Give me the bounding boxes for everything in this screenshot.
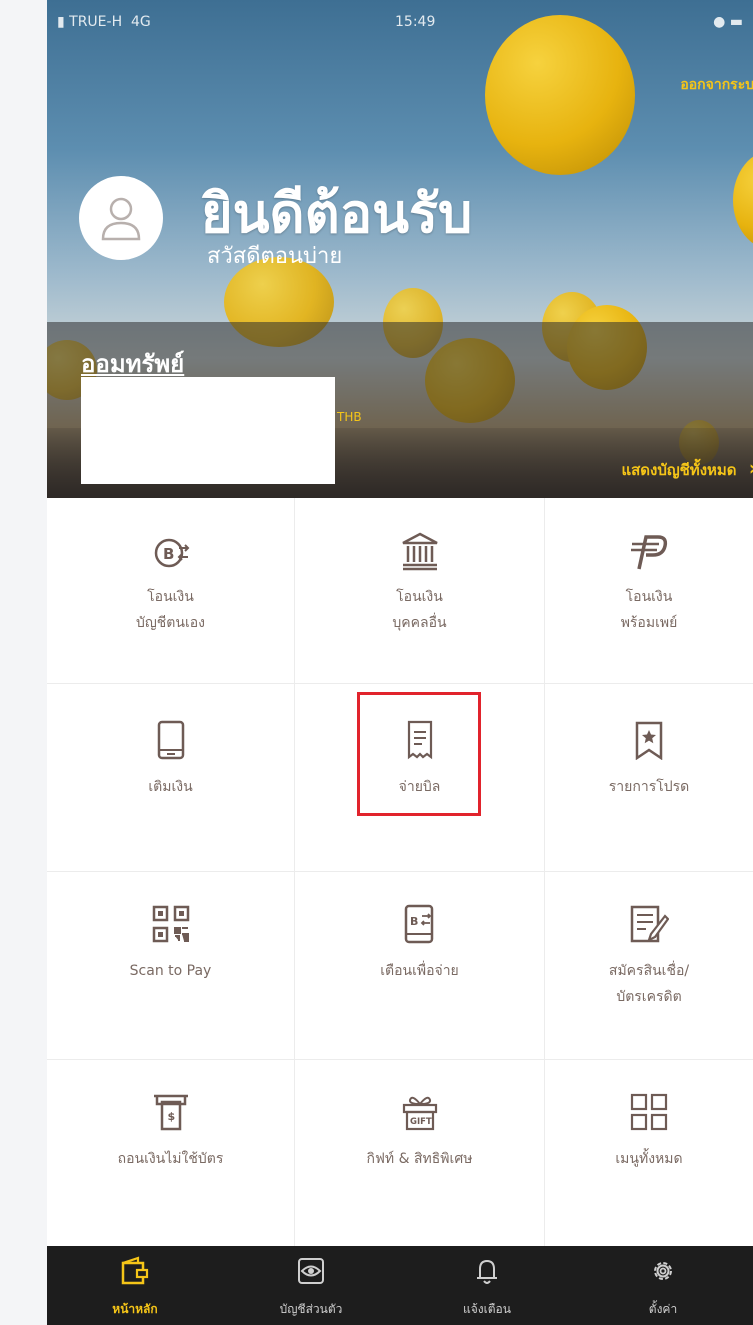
svg-text:$: $ — [167, 1110, 175, 1123]
avatar[interactable] — [79, 176, 163, 260]
atm-icon: $ — [153, 1094, 188, 1131]
gift-icon: GIFT — [402, 1096, 437, 1131]
own-transfer-icon: B — [154, 538, 189, 568]
tab-notifications[interactable]: แจ้งเตือน — [399, 1246, 575, 1325]
promptpay-icon — [631, 535, 668, 570]
gear-icon — [654, 1262, 672, 1280]
tab-label: หน้าหลัก — [112, 1302, 158, 1316]
balloon-decoration — [733, 150, 753, 250]
wallet-icon — [121, 1256, 149, 1285]
tab-label: บัญชีส่วนตัว — [279, 1302, 343, 1316]
greeting-text: สวัสดีตอนบ่าย — [207, 244, 343, 269]
menu-label: Scan to Pay — [129, 963, 212, 979]
show-all-label: แสดงบัญชีทั้งหมด — [621, 461, 737, 479]
menu-promptpay[interactable]: โอนเงิน พร้อมเพย์ — [545, 498, 753, 684]
menu-label: บุคคลอื่น — [392, 615, 447, 631]
bell-icon — [477, 1259, 497, 1284]
menu-own-transfer[interactable]: B โอนเงิน บัญชีตนเอง — [47, 498, 295, 684]
balloon-decoration — [485, 15, 635, 175]
menu-label: ถอนเงินไม่ใช้บัตร — [117, 1151, 224, 1167]
currency-label: THB — [337, 410, 362, 424]
menu-label: เมนูทั้งหมด — [615, 1151, 683, 1167]
redacted-balance — [81, 377, 335, 484]
menu-label: บัญชีตนเอง — [135, 615, 205, 631]
tab-home[interactable]: หน้าหลัก — [47, 1246, 223, 1325]
menu-label: กิฟท์ & สิทธิพิเศษ — [366, 1151, 473, 1167]
loan-form-icon — [630, 905, 669, 943]
tab-label: ตั้งค่า — [648, 1302, 678, 1316]
svg-text:B: B — [163, 545, 174, 563]
menu-transfer-other[interactable]: โอนเงิน บุคคลอื่น — [295, 498, 545, 684]
menu-label: โอนเงิน — [147, 589, 194, 605]
phone-icon — [157, 720, 184, 760]
reminder-icon: B — [404, 904, 433, 944]
status-bar: ▮ TRUE-H 4G 15:49 ● ▬ — [57, 14, 743, 36]
signal-icon: ▮ — [57, 14, 70, 30]
menu-scan-to-pay[interactable]: Scan to Pay — [47, 872, 295, 1060]
user-icon — [101, 197, 141, 241]
tab-label: แจ้งเตือน — [463, 1302, 511, 1316]
menu-label: เตือนเพื่อจ่าย — [380, 963, 459, 979]
hero-banner: ▮ TRUE-H 4G 15:49 ● ▬ ออกจากระบบ ยินดีต้… — [47, 0, 753, 498]
menu-label: บัตรเครดิต — [616, 989, 682, 1005]
menu-topup[interactable]: เติมเงิน — [47, 684, 295, 872]
pay-bill-highlight-box — [357, 692, 481, 816]
svg-text:GIFT: GIFT — [410, 1117, 432, 1127]
bottom-tab-bar: หน้าหลัก บัญชีส่วนตัว แจ้งเตือน ตั้งค่า — [47, 1246, 753, 1325]
eye-icon — [298, 1258, 324, 1284]
logout-link[interactable]: ออกจากระบบ — [680, 74, 753, 96]
network-type: 4G — [131, 14, 151, 30]
all-menu-icon — [630, 1093, 668, 1131]
menu-label: เติมเงิน — [148, 779, 193, 795]
chevron-right-icon: › — [742, 456, 753, 480]
status-time: 15:49 — [395, 14, 436, 30]
favorite-icon — [635, 721, 663, 760]
menu-grid: B โอนเงิน บัญชีตนเอง โอนเงิน บุคคลอื่น โ… — [47, 498, 753, 1246]
carrier-name: TRUE-H — [69, 14, 123, 30]
menu-pay-reminder[interactable]: B เตือนเพื่อจ่าย — [295, 872, 545, 1060]
menu-favorites[interactable]: รายการโปรด — [545, 684, 753, 872]
carrier-indicator: ▮ TRUE-H 4G — [57, 14, 151, 30]
menu-label: โอนเงิน — [625, 589, 673, 605]
menu-cardless-withdraw[interactable]: $ ถอนเงินไม่ใช้บัตร — [47, 1060, 295, 1246]
qr-code-icon — [152, 905, 189, 943]
tab-my-account[interactable]: บัญชีส่วนตัว — [223, 1246, 399, 1325]
menu-all[interactable]: เมนูทั้งหมด — [545, 1060, 753, 1246]
show-all-accounts-link[interactable]: แสดงบัญชีทั้งหมด › — [621, 456, 753, 482]
battery-icon: ● ▬ — [713, 14, 743, 30]
svg-text:B: B — [410, 915, 418, 928]
menu-apply-credit[interactable]: สมัครสินเชื่อ/ บัตรเครดิต — [545, 872, 753, 1060]
menu-label: สมัครสินเชื่อ/ — [608, 963, 690, 979]
bank-icon — [401, 532, 438, 571]
menu-label: โอนเงิน — [396, 589, 443, 605]
app-screen: ▮ TRUE-H 4G 15:49 ● ▬ ออกจากระบบ ยินดีต้… — [47, 0, 753, 1325]
menu-gift-privileges[interactable]: GIFT กิฟท์ & สิทธิพิเศษ — [295, 1060, 545, 1246]
menu-label: รายการโปรด — [608, 779, 690, 795]
menu-label: พร้อมเพย์ — [620, 615, 678, 631]
tab-settings[interactable]: ตั้งค่า — [575, 1246, 751, 1325]
